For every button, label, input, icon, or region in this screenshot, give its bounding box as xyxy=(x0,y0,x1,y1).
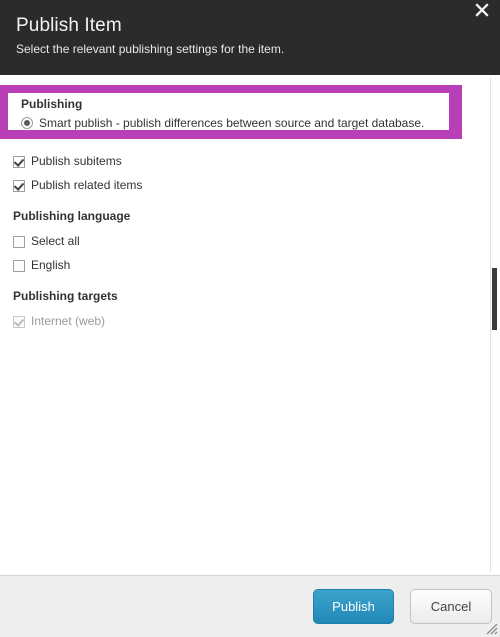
publishing-targets-group: Publishing targets Internet (web) xyxy=(13,288,118,330)
checkbox-publish-related-items-label: Publish related items xyxy=(31,178,143,192)
dialog-header: Publish Item Select the relevant publish… xyxy=(0,0,500,75)
checkbox-internet-web xyxy=(13,316,25,328)
option-english[interactable]: English xyxy=(13,257,130,274)
publishing-section-highlight: Publishing Smart publish - publish diffe… xyxy=(0,85,462,139)
checkbox-select-all-label: Select all xyxy=(31,234,80,248)
cancel-button[interactable]: Cancel xyxy=(410,589,492,624)
vertical-scrollbar-thumb[interactable] xyxy=(492,268,497,330)
publish-button[interactable]: Publish xyxy=(313,589,394,624)
checkbox-publish-related-items[interactable] xyxy=(13,180,25,192)
checkbox-english[interactable] xyxy=(13,260,25,272)
checkbox-publish-subitems[interactable] xyxy=(13,156,25,168)
resize-grip-icon[interactable] xyxy=(484,621,498,635)
radio-smart-publish-label: Smart publish - publish differences betw… xyxy=(39,116,425,130)
option-internet-web: Internet (web) xyxy=(13,313,118,330)
checkbox-select-all[interactable] xyxy=(13,236,25,248)
publish-item-dialog: Publish Item Select the relevant publish… xyxy=(0,0,500,637)
radio-smart-publish[interactable] xyxy=(21,117,33,129)
option-publish-related-items[interactable]: Publish related items xyxy=(13,177,142,194)
publishing-language-group: Publishing language Select all English xyxy=(13,208,130,274)
publishing-language-heading: Publishing language xyxy=(13,209,131,223)
close-icon[interactable] xyxy=(469,0,495,23)
checkbox-internet-web-label: Internet (web) xyxy=(31,314,106,328)
publishing-option-smart-publish[interactable]: Smart publish - publish differences betw… xyxy=(21,115,449,132)
checkbox-english-label: English xyxy=(31,258,71,272)
publishing-targets-heading: Publishing targets xyxy=(13,289,118,303)
option-publish-subitems[interactable]: Publish subitems xyxy=(13,153,142,170)
publish-options-group: Publish subitems Publish related items xyxy=(13,153,142,194)
option-select-all[interactable]: Select all xyxy=(13,233,130,250)
publishing-heading: Publishing xyxy=(21,97,83,111)
dialog-body: Publishing Smart publish - publish diffe… xyxy=(0,75,500,575)
dialog-footer: Publish Cancel xyxy=(0,575,500,637)
dialog-subtitle: Select the relevant publishing settings … xyxy=(16,42,285,56)
dialog-title: Publish Item xyxy=(16,15,122,36)
checkbox-publish-subitems-label: Publish subitems xyxy=(31,154,122,168)
